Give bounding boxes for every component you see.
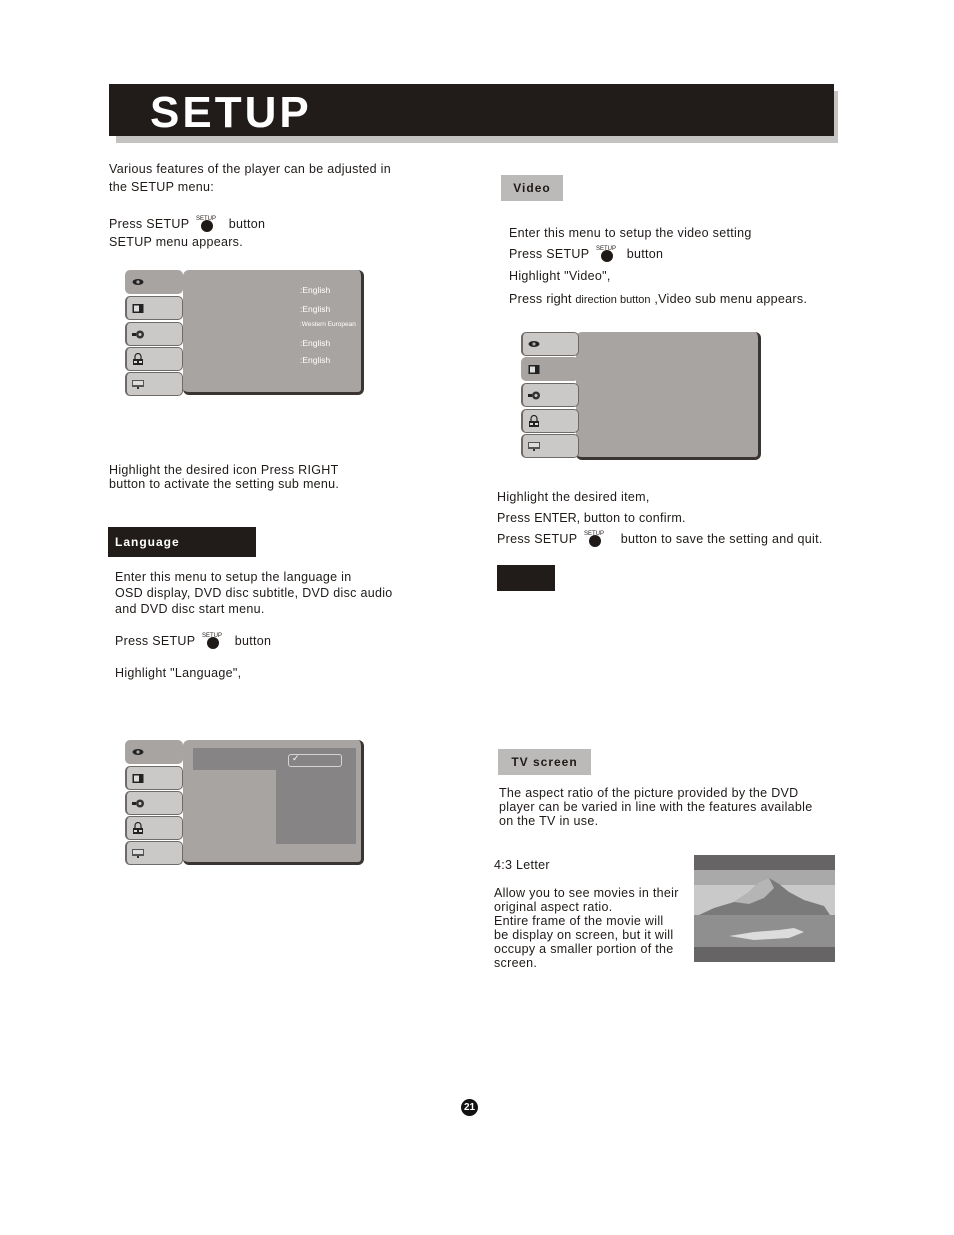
- confirm-text: button to confirm.: [583, 511, 686, 525]
- lock-icon: [529, 415, 539, 427]
- letterbox-desc-6: screen.: [494, 956, 538, 970]
- language-submenu: ✓: [193, 748, 356, 844]
- menu-tab-misc[interactable]: [125, 372, 183, 396]
- language-highlight: Highlight "Language",: [115, 666, 242, 680]
- option-audio-language[interactable]: :English: [300, 338, 330, 348]
- setup-button-icon: SETUP: [593, 246, 621, 262]
- speaker-icon: [528, 391, 540, 400]
- eye-icon: [528, 341, 540, 347]
- intro-press-setup: Press SETUP SETUP button: [109, 215, 265, 233]
- speaker-icon: [132, 799, 144, 808]
- letterbox-mode-title: 4:3 Letter: [494, 858, 550, 872]
- option-char-set[interactable]: :Western European: [300, 321, 356, 328]
- selected-option-box[interactable]: ✓: [288, 753, 342, 767]
- enter-word: ENTER,: [534, 511, 581, 525]
- iceberg-illustration: [694, 870, 835, 947]
- tv-icon: [132, 304, 144, 313]
- lock-icon: [133, 822, 143, 834]
- tv-icon: [528, 365, 540, 374]
- menu-tab-parental[interactable]: [125, 347, 183, 371]
- menu-tab-parental[interactable]: [521, 409, 579, 433]
- letterbox-desc-2: original aspect ratio.: [494, 900, 613, 914]
- highlight-note-line-2: button to activate the setting sub menu.: [109, 477, 340, 491]
- intro-line-1: Various features of the player can be ad…: [109, 162, 391, 176]
- language-desc-2: OSD display, DVD disc subtitle, DVD disc…: [115, 586, 393, 600]
- tv-icon: [132, 774, 144, 783]
- confirm-highlight: Highlight the desired item,: [497, 490, 650, 504]
- highlight-note-line-1: Highlight the desired icon Press RIGHT: [109, 463, 339, 477]
- press-text: Press: [497, 511, 531, 525]
- video-press-setup: Press SETUP SETUP button: [509, 245, 663, 263]
- button-text: button: [228, 217, 266, 231]
- language-section-tag: Language: [108, 527, 256, 557]
- video-direction: Press right direction button ,Video sub …: [509, 290, 807, 309]
- video-menu-screen: [521, 332, 761, 460]
- intro-line-2: the SETUP menu:: [109, 180, 215, 194]
- menu-tab-video[interactable]: [521, 357, 579, 381]
- setup-menu-panel: [183, 270, 364, 395]
- submenu-cutout: [193, 770, 276, 844]
- monitor-icon: [132, 380, 144, 389]
- tv-screen-desc-3: on the TV in use.: [499, 814, 599, 828]
- video-desc: Enter this menu to setup the video setti…: [509, 226, 752, 240]
- monitor-icon: [528, 442, 540, 451]
- menu-tab-misc[interactable]: [125, 841, 183, 865]
- menu-tab-audio[interactable]: [125, 791, 183, 815]
- language-desc-1: Enter this menu to setup the language in: [115, 570, 352, 584]
- menu-tab-audio[interactable]: [125, 322, 183, 346]
- video-submenu-appears: ,Video sub menu appears.: [654, 292, 808, 306]
- language-menu-screen: ✓: [125, 740, 365, 868]
- check-icon: ✓: [292, 753, 300, 763]
- menu-tab-language[interactable]: [521, 332, 579, 356]
- option-subtitle-language[interactable]: :English: [300, 304, 330, 314]
- button-text: button: [626, 247, 664, 261]
- menu-tab-misc[interactable]: [521, 434, 579, 458]
- press-text: Press: [509, 292, 543, 306]
- intro-appears: SETUP menu appears.: [109, 235, 244, 249]
- video-highlight: Highlight "Video",: [509, 269, 611, 283]
- tv-screen-desc-2: player can be varied in line with the fe…: [499, 800, 813, 814]
- blank-dark-tag: [497, 565, 555, 591]
- language-press-setup: Press SETUP SETUP button: [115, 632, 271, 650]
- video-section-tag: Video: [501, 175, 563, 201]
- confirm-press-setup: Press SETUP SETUP button to save the set…: [497, 530, 823, 548]
- press-setup-text: Press SETUP: [497, 532, 578, 546]
- direction-button-text: direction button: [575, 294, 651, 306]
- letterbox-desc-3: Entire frame of the movie will: [494, 914, 664, 928]
- tv-screen-desc-1: The aspect ratio of the picture provided…: [499, 786, 799, 800]
- letterbox-desc-5: occupy a smaller portion of the: [494, 942, 674, 956]
- iceberg-photo: [694, 870, 835, 947]
- right-word: right: [546, 291, 572, 306]
- letterbox-desc-4: be display on screen, but it will: [494, 928, 674, 942]
- option-osd-language[interactable]: :English: [300, 285, 330, 295]
- eye-icon: [132, 749, 144, 755]
- menu-tab-video[interactable]: [125, 296, 183, 320]
- menu-tab-parental[interactable]: [125, 816, 183, 840]
- speaker-icon: [132, 330, 144, 339]
- press-setup-text: Press SETUP: [115, 634, 196, 648]
- menu-tab-audio[interactable]: [521, 383, 579, 407]
- lock-icon: [133, 353, 143, 365]
- language-desc-3: and DVD disc start menu.: [115, 602, 265, 616]
- menu-tab-language[interactable]: [125, 740, 183, 764]
- monitor-icon: [132, 849, 144, 858]
- press-setup-text: Press SETUP: [509, 247, 590, 261]
- page-title: SETUP: [150, 88, 312, 137]
- eye-icon: [132, 279, 144, 285]
- video-menu-panel: [576, 332, 761, 460]
- press-setup-text: Press SETUP: [109, 217, 190, 231]
- button-text: button: [234, 634, 272, 648]
- menu-tab-language[interactable]: [125, 270, 183, 294]
- setup-button-icon: SETUP: [193, 216, 221, 232]
- setup-button-icon: SETUP: [581, 531, 609, 547]
- letterbox-desc-1: Allow you to see movies in their: [494, 886, 679, 900]
- setup-button-icon: SETUP: [199, 633, 227, 649]
- page-number: 21: [461, 1099, 478, 1116]
- letterbox-example-image: [694, 855, 835, 962]
- menu-tab-video[interactable]: [125, 766, 183, 790]
- option-menu-language[interactable]: :English: [300, 355, 330, 365]
- save-quit-text: button to save the setting and quit.: [620, 532, 823, 546]
- tv-screen-section-tag: TV screen: [498, 749, 591, 775]
- setup-menu-screen: :English :English :Western European :Eng…: [125, 270, 365, 398]
